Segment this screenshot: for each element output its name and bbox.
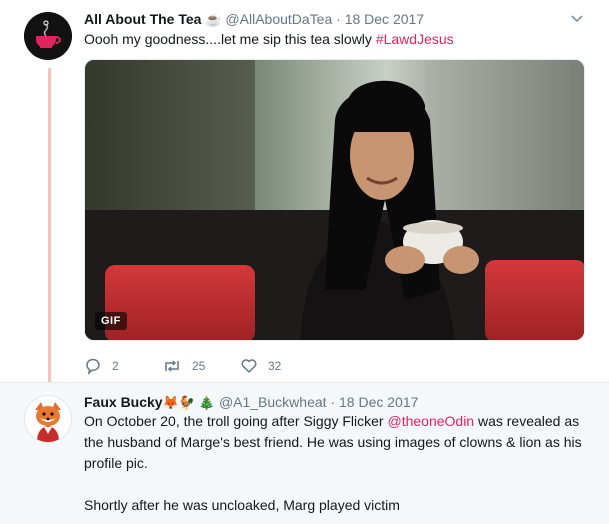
gif-media[interactable]: GIF (84, 59, 585, 341)
hashtag-link[interactable]: #LawdJesus (376, 31, 454, 47)
tweet-text: On October 20, the troll going after Sig… (84, 411, 594, 516)
reply-count: 2 (112, 359, 119, 373)
christmas-tree-emoji: 🎄 (198, 395, 216, 411)
separator: · (330, 394, 336, 410)
display-name[interactable]: All About The Tea (84, 11, 201, 27)
coffee-emoji: ☕ (205, 12, 222, 28)
tweet-paragraph-2: Shortly after he was uncloaked, Marg pla… (84, 497, 400, 513)
tweet-header: All About The Tea ☕ @AllAboutDaTea · 18 … (84, 10, 424, 29)
rooster-emoji: 🐓 (178, 395, 195, 411)
tweet-actions: 2 25 32 (84, 356, 318, 376)
mention-link[interactable]: @theoneOdin (387, 413, 474, 429)
heart-icon (241, 359, 257, 373)
tweet-text-body: Oooh my goodness....let me sip this tea … (84, 31, 376, 47)
like-count: 32 (268, 359, 282, 373)
thread-line-connector (48, 68, 51, 382)
separator: · (336, 11, 341, 27)
chevron-down-icon[interactable] (569, 10, 585, 26)
reply-icon (86, 358, 100, 375)
tweet-text-segment: On October 20, the troll going after Sig… (84, 413, 388, 429)
avatar[interactable] (24, 12, 72, 60)
reply-button[interactable]: 2 (84, 357, 162, 375)
tweet-faux-bucky[interactable]: Faux Bucky🦊🐓 🎄 @A1_Buckwheat · 18 Dec 20… (0, 382, 609, 524)
fox-emoji: 🦊 (162, 395, 179, 411)
display-name[interactable]: Faux Bucky (84, 394, 163, 410)
retweet-count: 25 (192, 359, 206, 373)
retweet-icon (165, 360, 179, 372)
gif-frame-image (85, 60, 584, 340)
timestamp[interactable]: 18 Dec 2017 (339, 394, 418, 410)
retweet-button[interactable]: 25 (162, 357, 240, 375)
gif-badge: GIF (95, 312, 127, 330)
tweet-header: Faux Bucky🦊🐓 🎄 @A1_Buckwheat · 18 Dec 20… (84, 393, 418, 412)
tweet-all-about-the-tea[interactable]: All About The Tea ☕ @AllAboutDaTea · 18 … (0, 0, 609, 382)
tweet-paragraph-1: On October 20, the troll going after Sig… (84, 411, 594, 474)
timestamp[interactable]: 18 Dec 2017 (345, 11, 424, 27)
handle[interactable]: @AllAboutDaTea (225, 11, 332, 27)
handle[interactable]: @A1_Buckwheat (219, 394, 327, 410)
tweet-text: Oooh my goodness....let me sip this tea … (84, 30, 454, 49)
avatar[interactable] (24, 395, 72, 443)
like-button[interactable]: 32 (240, 357, 318, 375)
